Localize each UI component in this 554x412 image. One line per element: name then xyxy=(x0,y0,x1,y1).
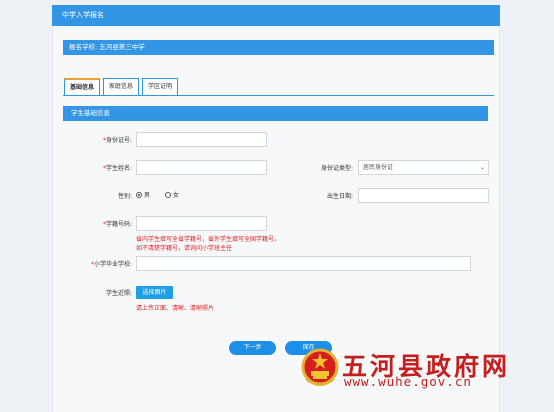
student-no-input[interactable] xyxy=(136,216,267,231)
tab-basic-info[interactable]: 基础信息 xyxy=(64,78,101,95)
page-title: 中学入学报名 xyxy=(62,11,104,19)
tab-divider xyxy=(63,95,494,96)
primary-school-label: *小学毕业学校: xyxy=(90,261,132,268)
primary-school-input[interactable] xyxy=(136,256,471,271)
section-header: 学生基础信息 xyxy=(63,106,488,121)
photo-hint: 请上传正面、清晰、清晰照片 xyxy=(136,305,215,312)
watermark-url: www.wuhe.gov.cn xyxy=(344,374,472,389)
next-step-button[interactable]: 下一步 xyxy=(229,341,276,355)
student-name-input[interactable] xyxy=(136,160,267,175)
student-name-label: *学生姓名: xyxy=(102,165,132,172)
school-label: 报名学校: xyxy=(69,43,98,51)
section-title: 学生基础信息 xyxy=(71,109,110,117)
id-number-label: *身份证号: xyxy=(102,137,132,144)
student-no-hint-1: 省内学生填写全省学籍号，省外学生填写全国学籍号。 xyxy=(136,236,281,243)
school-bar: 报名学校: 五河县第三中学 xyxy=(63,40,494,55)
gender-male-radio[interactable]: 男 xyxy=(136,190,150,199)
tab-family-info[interactable]: 家庭信息 xyxy=(103,78,140,95)
birth-date-label: 出生日期: xyxy=(326,193,353,200)
gender-female-radio[interactable]: 女 xyxy=(165,190,179,199)
chevron-down-icon: ⌄ xyxy=(479,164,485,171)
photo-label: 学生近照: xyxy=(105,290,132,297)
radio-checked-icon xyxy=(136,191,142,198)
id-type-label: 身份证类型: xyxy=(320,165,353,172)
page-header: 中学入学报名 xyxy=(52,5,500,26)
student-no-label: *学籍号码: xyxy=(102,221,132,228)
id-type-value: 居民身份证 xyxy=(363,164,394,171)
id-number-input[interactable] xyxy=(136,132,267,147)
radio-unchecked-icon xyxy=(165,191,171,198)
national-emblem-icon xyxy=(301,348,339,386)
site-watermark: 五河县政府网 www.wuhe.gov.cn xyxy=(300,343,510,398)
id-type-select[interactable]: 居民身份证 ⌄ xyxy=(358,160,489,175)
school-name: 五河县第三中学 xyxy=(99,43,145,51)
tab-bar: 基础信息 家庭信息 学区证明 xyxy=(64,78,181,95)
birth-date-input[interactable] xyxy=(358,188,489,203)
tab-district-proof[interactable]: 学区证明 xyxy=(142,78,179,95)
choose-image-button[interactable]: 选择图片 xyxy=(136,286,173,299)
gender-label: 性别: xyxy=(117,193,132,200)
student-no-hint-2: 如不清楚学籍号，请询问小学班主任 xyxy=(136,245,233,252)
